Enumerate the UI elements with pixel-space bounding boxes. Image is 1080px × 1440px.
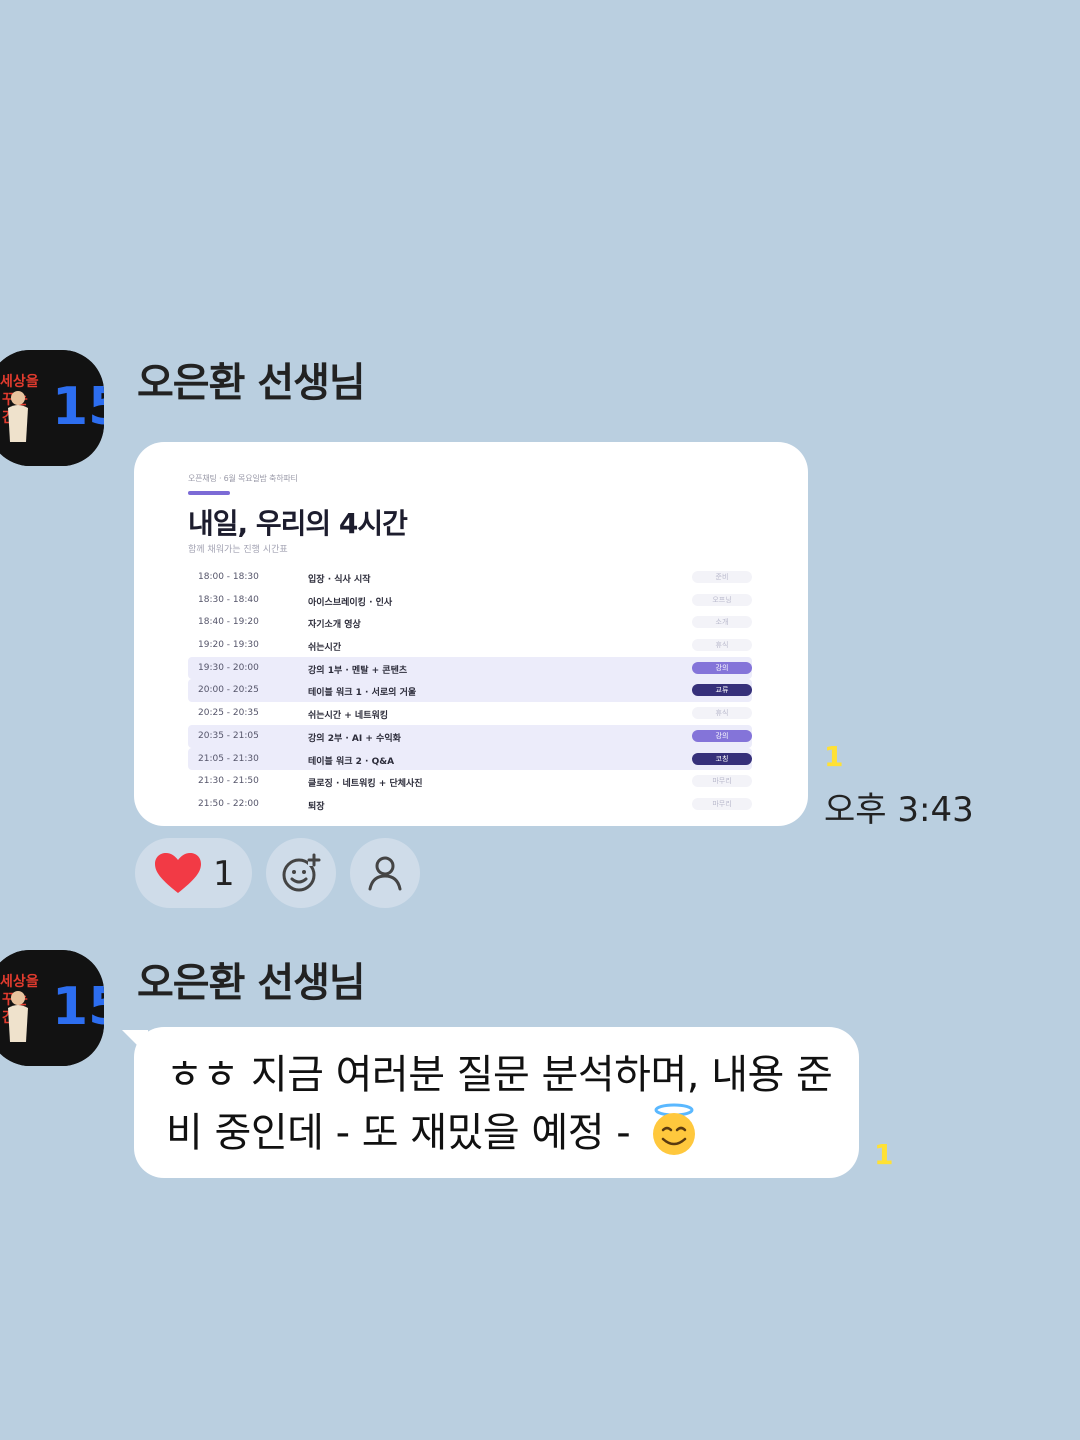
schedule-time: 21:05 - 21:30 bbox=[198, 753, 259, 764]
schedule-activity: 클로징 · 네트워킹 + 단체사진 bbox=[308, 779, 423, 790]
schedule-time: 20:35 - 21:05 bbox=[198, 730, 259, 741]
sender-name: 오은환 선생님 bbox=[137, 960, 366, 1006]
reaction-count: 1 bbox=[213, 854, 235, 894]
schedule-row: 19:30 - 20:00 강의 1부 · 멘탈 + 콘텐츠 강의 bbox=[188, 656, 752, 680]
schedule-row: 20:00 - 20:25 테이블 워크 1 · 서로의 거울 교류 bbox=[188, 679, 752, 703]
image-subtitle: 함께 채워가는 진행 시간표 bbox=[188, 545, 288, 555]
attached-image[interactable]: 오픈채팅 · 6월 목요일밤 축하파티 내일, 우리의 4시간 함께 채워가는 … bbox=[134, 442, 808, 826]
schedule-time: 18:40 - 19:20 bbox=[198, 617, 259, 628]
schedule-tag: 소개 bbox=[692, 616, 752, 629]
heart-icon bbox=[153, 851, 203, 899]
person-icon bbox=[368, 856, 402, 891]
image-title: 내일, 우리의 4시간 bbox=[188, 507, 408, 540]
schedule-activity: 자기소개 영상 bbox=[308, 620, 361, 631]
schedule-tag: 강의 bbox=[692, 729, 752, 742]
sender-avatar[interactable]: 세상을 꾸는 간 15 bbox=[0, 950, 104, 1066]
message-time: 오후 3:43 bbox=[824, 790, 974, 830]
schedule-time: 20:00 - 20:25 bbox=[198, 685, 259, 696]
image-breadcrumb: 오픈채팅 · 6월 목요일밤 축하파티 bbox=[188, 474, 298, 483]
schedule-row: 20:25 - 20:35 쉬는시간 + 네트워킹 휴식 bbox=[188, 702, 752, 725]
schedule-tag: 휴식 bbox=[692, 639, 752, 652]
schedule-activity: 쉬는시간 + 네트워킹 bbox=[308, 711, 389, 722]
profile-button[interactable] bbox=[350, 838, 420, 908]
message-text: ㅎㅎ 지금 여러분 질문 분석하며, 내용 준비 중인데 - 또 재밌을 예정 … bbox=[166, 1048, 846, 1170]
schedule-tag: 준비 bbox=[692, 571, 752, 583]
svg-text:세상을: 세상을 bbox=[0, 374, 39, 390]
schedule-time: 19:20 - 19:30 bbox=[198, 640, 259, 651]
svg-text:15: 15 bbox=[52, 977, 104, 1037]
schedule-row: 21:50 - 22:00 퇴장 마무리 bbox=[188, 793, 752, 816]
schedule-activity: 강의 1부 · 멘탈 + 콘텐츠 bbox=[308, 665, 408, 676]
schedule-row: 21:30 - 21:50 클로징 · 네트워킹 + 단체사진 마무리 bbox=[188, 770, 752, 793]
image-accent-bar bbox=[188, 491, 230, 495]
heart-reaction-button[interactable]: 1 bbox=[135, 838, 252, 908]
schedule-row: 20:35 - 21:05 강의 2부 · AI + 수익화 강의 bbox=[188, 724, 752, 748]
schedule-tag: 마무리 bbox=[692, 775, 752, 788]
schedule-tag: 코칭 bbox=[692, 752, 752, 765]
schedule-row: 21:05 - 21:30 테이블 워크 2 · Q&A 코칭 bbox=[188, 747, 752, 771]
unread-count: 1 bbox=[874, 1138, 894, 1171]
svg-text:세상을: 세상을 bbox=[0, 974, 39, 990]
schedule-tag: 오프닝 bbox=[692, 593, 752, 606]
schedule-tag: 휴식 bbox=[692, 707, 752, 720]
message-text-content: ㅎㅎ 지금 여러분 질문 분석하며, 내용 준비 중인데 - 또 재밌을 예정 … bbox=[166, 1052, 833, 1156]
unread-count: 1 bbox=[824, 740, 844, 773]
schedule-row: 19:20 - 19:30 쉬는시간 휴식 bbox=[188, 634, 752, 657]
schedule-time: 21:30 - 21:50 bbox=[198, 776, 259, 787]
schedule-row: 18:30 - 18:40 아이스브레이킹 · 인사 오프닝 bbox=[188, 589, 752, 612]
schedule-activity: 아이스브레이킹 · 인사 bbox=[308, 597, 393, 608]
schedule-row: 18:40 - 19:20 자기소개 영상 소개 bbox=[188, 611, 752, 634]
schedule-activity: 퇴장 bbox=[308, 801, 325, 812]
schedule-row: 18:00 - 18:30 입장 · 식사 시작 준비 bbox=[188, 566, 752, 589]
schedule-tag: 마무리 bbox=[692, 797, 752, 810]
add-emoji-icon bbox=[282, 853, 321, 892]
schedule-activity: 테이블 워크 1 · 서로의 거울 bbox=[308, 688, 417, 699]
add-reaction-button[interactable] bbox=[266, 838, 336, 908]
schedule-activity: 입장 · 식사 시작 bbox=[308, 575, 371, 585]
schedule-time: 19:30 - 20:00 bbox=[198, 662, 259, 673]
schedule-time: 21:50 - 22:00 bbox=[198, 798, 259, 809]
schedule-activity: 쉬는시간 bbox=[308, 643, 342, 654]
schedule-time: 20:25 - 20:35 bbox=[198, 708, 259, 719]
schedule-tag: 교류 bbox=[692, 684, 752, 697]
schedule-tag: 강의 bbox=[692, 661, 752, 674]
chat-screen: { "colors": { "background": "#bacfe0", "… bbox=[0, 0, 1080, 1440]
sender-avatar[interactable]: 세상을 꾸는 간 15 bbox=[0, 350, 104, 466]
sender-name: 오은환 선생님 bbox=[137, 360, 366, 406]
schedule-table: 18:00 - 18:30 입장 · 식사 시작 준비 18:30 - 18:40 아이… bbox=[188, 566, 752, 816]
schedule-time: 18:00 - 18:30 bbox=[198, 572, 259, 582]
halo-smiley-emoji-icon bbox=[648, 1102, 700, 1170]
schedule-activity: 강의 2부 · AI + 수익화 bbox=[308, 733, 401, 744]
schedule-time: 18:30 - 18:40 bbox=[198, 594, 259, 605]
svg-text:15: 15 bbox=[52, 377, 104, 437]
schedule-activity: 테이블 워크 2 · Q&A bbox=[308, 756, 395, 767]
